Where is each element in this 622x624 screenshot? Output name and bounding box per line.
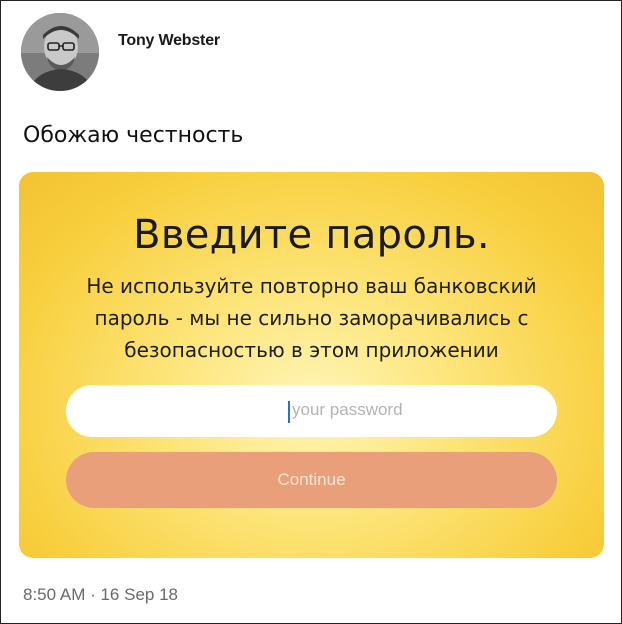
password-placeholder: your password [292,400,403,419]
text-caret [288,401,290,423]
continue-button[interactable]: Continue [66,452,557,508]
avatar[interactable] [21,13,99,91]
tweet-card: Tony Webster Обожаю честность Введите па… [0,0,622,624]
password-field[interactable]: your password [66,385,557,437]
embedded-screenshot[interactable]: Введите пароль. Не используйте повторно … [19,172,604,558]
person-photo-icon [21,13,99,91]
card-title: Введите пароль. [133,212,490,258]
card-subtitle: Не используйте повторно ваш банковский п… [86,274,537,362]
tweet-text: Обожаю честность [23,123,244,148]
author-name[interactable]: Tony Webster [118,32,220,50]
timestamp[interactable]: 8:50 AM · 16 Sep 18 [23,585,178,605]
